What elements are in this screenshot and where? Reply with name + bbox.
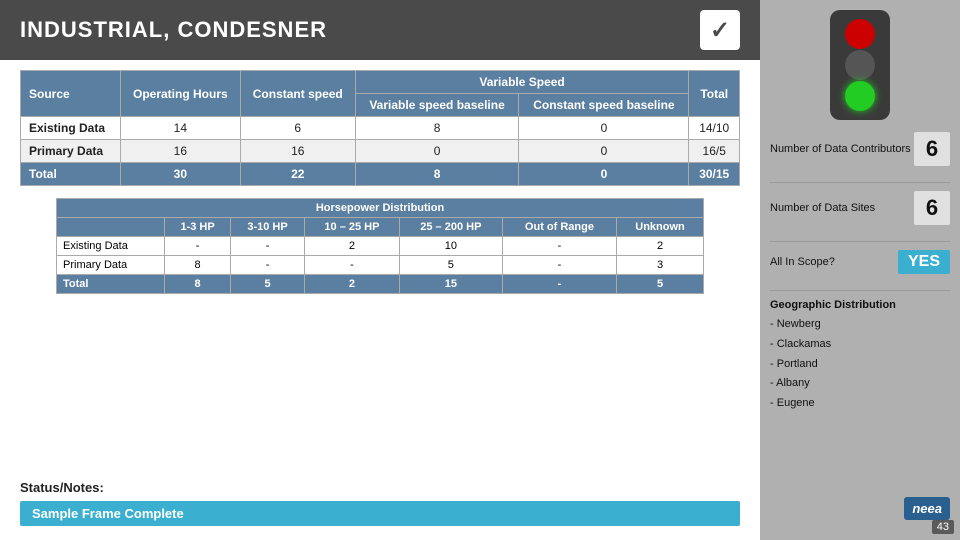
hp-row-existing-2: 2	[305, 237, 400, 256]
table-row-total: Total 8 5 2 15 - 5	[57, 275, 704, 294]
geo-distribution-list: Newberg Clackamas Portland Albany Eugene	[770, 315, 831, 414]
table-row-total: Total 30 22 8 0 30/15	[21, 163, 740, 186]
hp-row-primary-4: -	[502, 256, 616, 275]
row-existing-data-hours: 14	[120, 117, 240, 140]
divider-3	[770, 290, 950, 291]
list-item: Newberg	[770, 315, 831, 335]
row-primary-data-total: 16/5	[689, 140, 740, 163]
row-primary-data-cs: 16	[240, 140, 355, 163]
num-sites-box: Number of Data Sites 6	[770, 191, 950, 225]
col-header-constant-speed-baseline: Constant speed baseline	[519, 94, 689, 117]
list-item: Clackamas	[770, 335, 831, 355]
hp-col-unknown: Unknown	[617, 218, 704, 237]
divider-2	[770, 241, 950, 242]
row-existing-data-csb: 0	[519, 117, 689, 140]
num-contributors-label: Number of Data Contributors	[770, 142, 914, 156]
num-contributors-box: Number of Data Contributors 6	[770, 132, 950, 166]
hp-col-out-range: Out of Range	[502, 218, 616, 237]
hp-row-primary-1: -	[230, 256, 304, 275]
traffic-light-red	[845, 19, 875, 49]
hp-row-total-3: 15	[399, 275, 502, 294]
row-total-total: 30/15	[689, 163, 740, 186]
hp-row-existing-label: Existing Data	[57, 237, 165, 256]
hp-row-existing-1: -	[230, 237, 304, 256]
hp-row-existing-4: -	[502, 237, 616, 256]
row-total-cs: 22	[240, 163, 355, 186]
col-header-operating-hours: Operating Hours	[120, 71, 240, 117]
hp-col-label	[57, 218, 165, 237]
hp-col-25-200: 25 – 200 HP	[399, 218, 502, 237]
traffic-light-green	[845, 81, 875, 111]
row-primary-data-hours: 16	[120, 140, 240, 163]
hp-col-10-25: 10 – 25 HP	[305, 218, 400, 237]
hp-row-existing-5: 2	[617, 237, 704, 256]
table-row: Primary Data 8 - - 5 - 3	[57, 256, 704, 275]
row-existing-data-total: 14/10	[689, 117, 740, 140]
list-item: Eugene	[770, 394, 831, 414]
left-panel: INDUSTRIAL, CONDESNER ✓ Source Operating…	[0, 0, 760, 540]
hp-row-total-4: -	[502, 275, 616, 294]
row-total-source: Total	[21, 163, 121, 186]
traffic-light-icon	[830, 10, 890, 120]
status-notes-heading: Status/Notes:	[0, 476, 760, 497]
hp-row-total-5: 5	[617, 275, 704, 294]
num-contributors-value: 6	[914, 132, 950, 166]
hp-table-title: Horsepower Distribution	[57, 199, 704, 218]
col-header-variable-speed: Variable Speed	[355, 71, 689, 94]
content-area: Source Operating Hours Constant speed Va…	[0, 60, 760, 476]
page-number: 43	[932, 520, 954, 534]
neea-logo: neea	[904, 497, 950, 520]
main-data-table: Source Operating Hours Constant speed Va…	[20, 70, 740, 186]
hp-row-existing-3: 10	[399, 237, 502, 256]
header: INDUSTRIAL, CONDESNER ✓	[0, 0, 760, 60]
hp-row-existing-0: -	[165, 237, 231, 256]
table-row: Existing Data 14 6 8 0 14/10	[21, 117, 740, 140]
col-header-total: Total	[689, 71, 740, 117]
list-item: Portland	[770, 355, 831, 375]
all-in-scope-value: YES	[898, 250, 950, 274]
row-total-csb: 0	[519, 163, 689, 186]
hp-row-primary-3: 5	[399, 256, 502, 275]
divider-1	[770, 182, 950, 183]
table-row: Existing Data - - 2 10 - 2	[57, 237, 704, 256]
col-header-variable-speed-baseline: Variable speed baseline	[355, 94, 519, 117]
row-primary-data-csb: 0	[519, 140, 689, 163]
row-total-hours: 30	[120, 163, 240, 186]
row-existing-data-vsb: 8	[355, 117, 519, 140]
hp-col-3-10: 3-10 HP	[230, 218, 304, 237]
hp-row-primary-0: 8	[165, 256, 231, 275]
hp-row-total-label: Total	[57, 275, 165, 294]
num-sites-label: Number of Data Sites	[770, 201, 914, 215]
main-container: INDUSTRIAL, CONDESNER ✓ Source Operating…	[0, 0, 960, 540]
row-existing-data-cs: 6	[240, 117, 355, 140]
all-in-scope-box: All In Scope? YES	[770, 250, 950, 274]
geo-distribution-label: Geographic Distribution	[770, 299, 896, 311]
col-header-constant-speed: Constant speed	[240, 71, 355, 117]
checkmark-icon: ✓	[700, 10, 740, 50]
hp-row-total-0: 8	[165, 275, 231, 294]
page-title: INDUSTRIAL, CONDESNER	[20, 17, 327, 43]
traffic-light-yellow	[845, 50, 875, 80]
row-primary-data-source: Primary Data	[21, 140, 121, 163]
sample-frame-bar: Sample Frame Complete	[20, 501, 740, 526]
hp-row-primary-label: Primary Data	[57, 256, 165, 275]
hp-distribution-table: Horsepower Distribution 1-3 HP 3-10 HP 1…	[56, 198, 704, 294]
hp-row-total-2: 2	[305, 275, 400, 294]
num-sites-value: 6	[914, 191, 950, 225]
col-header-source: Source	[21, 71, 121, 117]
table-row: Primary Data 16 16 0 0 16/5	[21, 140, 740, 163]
hp-col-1-3: 1-3 HP	[165, 218, 231, 237]
row-existing-data-source: Existing Data	[21, 117, 121, 140]
hp-row-primary-5: 3	[617, 256, 704, 275]
row-primary-data-vsb: 0	[355, 140, 519, 163]
list-item: Albany	[770, 374, 831, 394]
hp-row-total-1: 5	[230, 275, 304, 294]
all-in-scope-label: All In Scope?	[770, 256, 835, 268]
hp-row-primary-2: -	[305, 256, 400, 275]
right-panel: Number of Data Contributors 6 Number of …	[760, 0, 960, 540]
row-total-vsb: 8	[355, 163, 519, 186]
